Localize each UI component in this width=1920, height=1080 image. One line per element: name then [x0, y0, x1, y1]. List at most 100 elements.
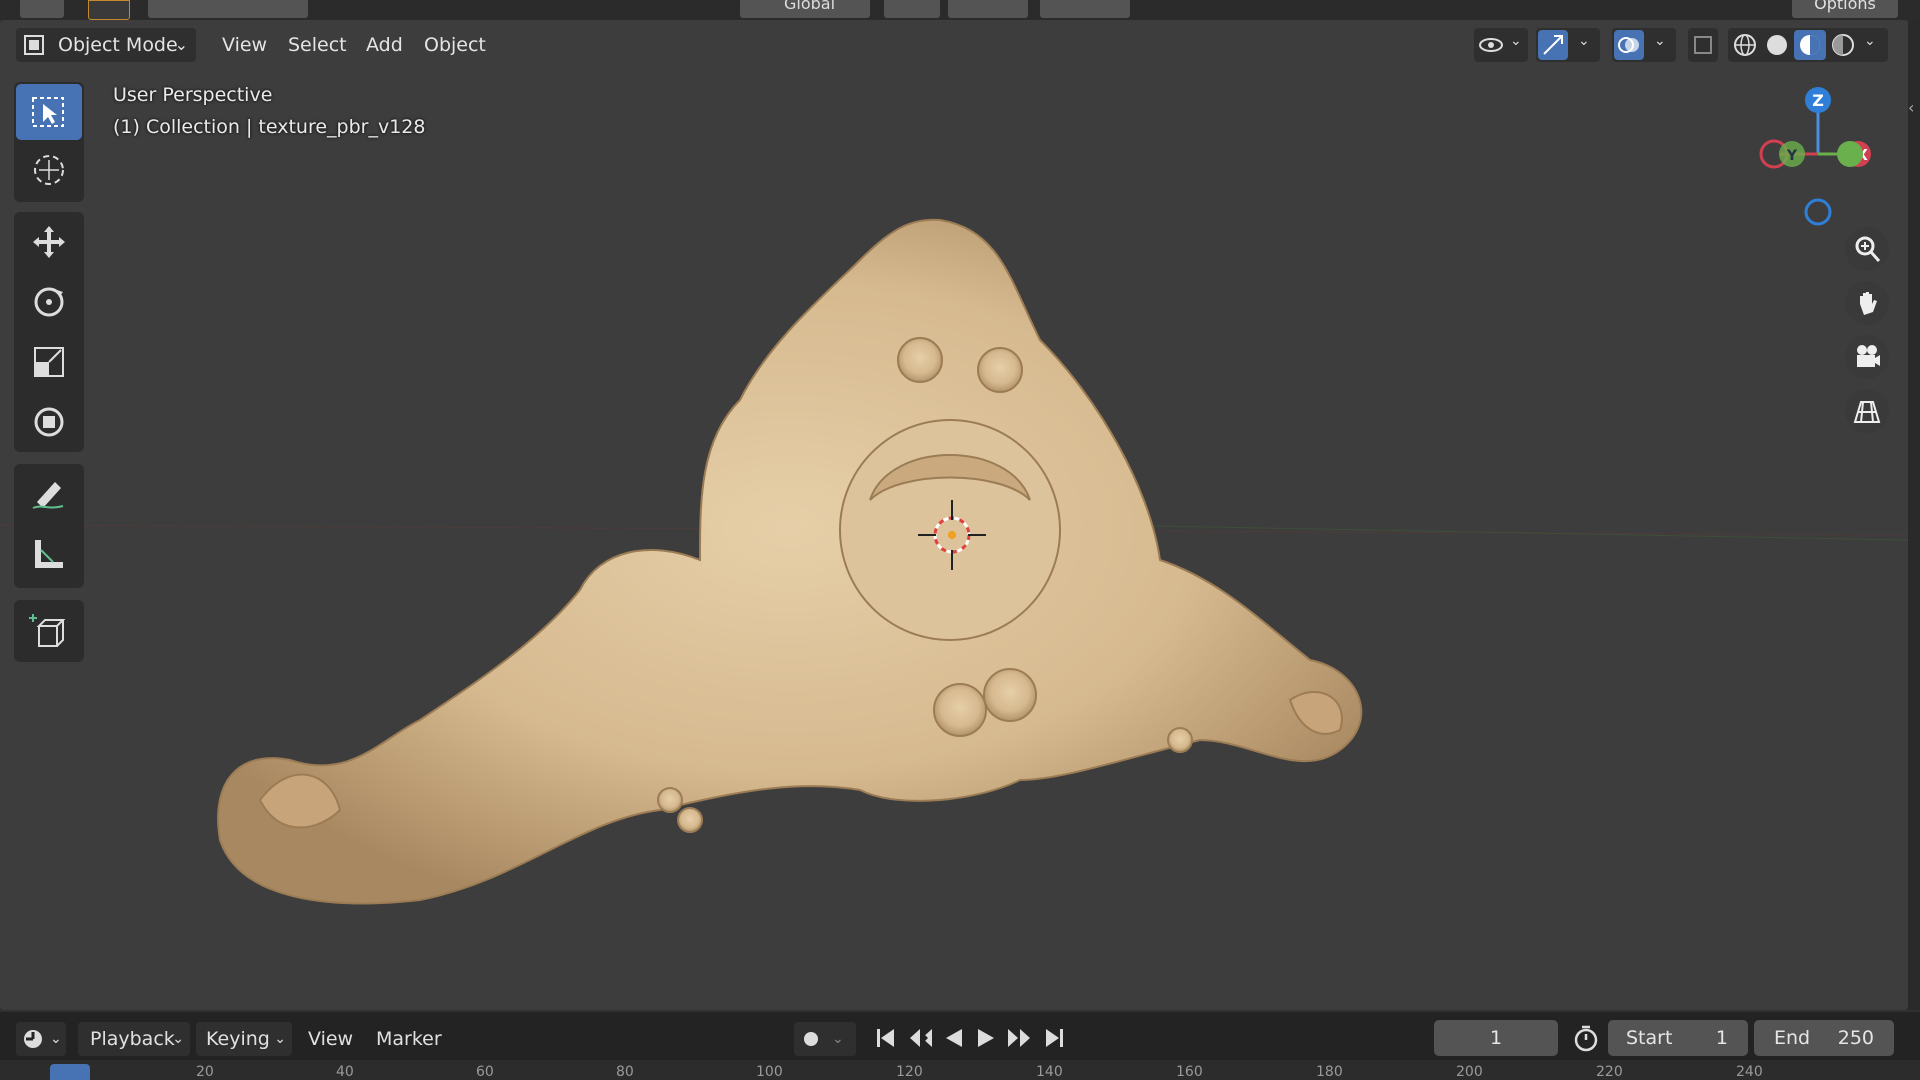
chevron-down-icon: ⌄: [1510, 33, 1522, 49]
snap-toggle[interactable]: [948, 0, 1028, 18]
y-axis-line: [1099, 524, 1908, 541]
overlays-toggle[interactable]: ⌄: [1612, 28, 1676, 62]
chevron-down-icon: ⌄: [172, 1031, 184, 1047]
y-axis-handle: [1837, 141, 1863, 167]
jump-to-end-icon[interactable]: [1040, 1025, 1068, 1051]
pan-button[interactable]: [1845, 281, 1889, 325]
annotate-tool[interactable]: [16, 466, 82, 522]
z-axis-label: Z: [1812, 91, 1824, 110]
eye-icon: [1479, 38, 1503, 52]
options-button[interactable]: Options: [1792, 0, 1898, 18]
start-value: 1: [1715, 1027, 1728, 1049]
move-tool[interactable]: [16, 214, 82, 270]
ruler-tick: 180: [1316, 1064, 1343, 1080]
ruler-tick: 200: [1456, 1064, 1483, 1080]
jump-to-keyframe-prev-icon[interactable]: [906, 1025, 934, 1051]
keying-menu[interactable]: Keying ⌄: [196, 1022, 292, 1056]
active-tool-button[interactable]: [88, 0, 130, 20]
ruler-tick: 160: [1176, 1064, 1203, 1080]
select-box-icon: [32, 97, 64, 127]
gizmo-icon: [1543, 35, 1563, 55]
zoom-button[interactable]: [1845, 227, 1889, 271]
tool-group-select: [14, 82, 84, 202]
menu-select[interactable]: Select: [280, 28, 355, 62]
select-mode-buttons[interactable]: [148, 0, 308, 18]
material-preview-icon[interactable]: [1797, 32, 1823, 58]
camera-view-button[interactable]: [1845, 335, 1889, 379]
y-axis-label: Y: [1786, 148, 1798, 164]
wireframe-shading-icon[interactable]: [1732, 32, 1758, 58]
tool-group-transform: [14, 212, 84, 452]
top-header-strip: Global Options: [0, 0, 1920, 20]
chevron-down-icon: ⌄: [1864, 33, 1876, 49]
overlays-icon: [1618, 37, 1639, 53]
play-reverse-icon[interactable]: [940, 1025, 968, 1051]
timeline-view-menu[interactable]: View: [308, 1022, 353, 1056]
gizmo-toggle[interactable]: ⌄: [1536, 28, 1600, 62]
rotate-tool[interactable]: [16, 274, 82, 330]
timeline-editor-type[interactable]: ⌄: [16, 1022, 66, 1056]
xray-toggle[interactable]: [1688, 28, 1718, 62]
select-box-tool[interactable]: [16, 84, 82, 140]
collection-info: (1) Collection | texture_pbr_v128: [113, 116, 426, 138]
shading-mode-group[interactable]: ⌄: [1728, 28, 1888, 62]
rendered-shading-icon[interactable]: [1830, 32, 1856, 58]
transform-orientation-label: Global: [784, 0, 836, 13]
annotate-pen-icon: [32, 482, 64, 509]
move-icon: [33, 226, 65, 258]
jump-to-keyframe-next-icon[interactable]: [1006, 1025, 1034, 1051]
playback-label: Playback: [90, 1028, 175, 1050]
scale-icon: [34, 347, 64, 377]
cursor-tool[interactable]: [16, 142, 82, 198]
transform-tool[interactable]: [16, 394, 82, 450]
transform-orientation-select[interactable]: Global: [740, 0, 870, 18]
solid-shading-icon[interactable]: [1764, 32, 1790, 58]
ruler-tick: 80: [616, 1064, 634, 1080]
record-icon: [804, 1032, 818, 1046]
measure-tool[interactable]: [16, 526, 82, 582]
tool-group-add: [14, 600, 84, 662]
grid-ortho-icon: [1853, 401, 1881, 423]
ruler-tick: 240: [1736, 1064, 1763, 1080]
ruler-tick: 20: [196, 1064, 214, 1080]
end-frame-field[interactable]: End 250: [1754, 1020, 1894, 1056]
stopwatch-icon[interactable]: [1572, 1024, 1600, 1052]
current-frame-field[interactable]: 1: [1434, 1020, 1558, 1056]
pivot-point-select[interactable]: [884, 0, 940, 18]
menu-add[interactable]: Add: [358, 28, 411, 62]
3d-viewport[interactable]: [0, 20, 1908, 1010]
mode-label: Object Mode: [58, 34, 178, 56]
ornament-mesh: [217, 218, 1363, 905]
rotate-icon: [34, 287, 64, 317]
playhead[interactable]: [50, 1064, 90, 1080]
playback-menu[interactable]: Playback ⌄: [78, 1022, 190, 1056]
proportional-editing-toggle[interactable]: [1040, 0, 1130, 18]
add-cube-tool[interactable]: [16, 602, 82, 658]
menu-view[interactable]: View: [214, 28, 275, 62]
visibility-select[interactable]: ⌄: [1474, 28, 1528, 62]
scale-tool[interactable]: [16, 334, 82, 390]
chevron-down-icon: ⌄: [174, 35, 188, 54]
ortho-toggle-button[interactable]: [1845, 389, 1889, 433]
menu-object[interactable]: Object: [416, 28, 494, 62]
ruler-tick: 100: [756, 1064, 783, 1080]
navigation-gizmo[interactable]: Z X Y: [1750, 80, 1900, 230]
cursor-icon: [34, 155, 64, 185]
marker-menu[interactable]: Marker: [376, 1022, 442, 1056]
chevron-down-icon: ⌄: [50, 1031, 62, 1047]
neg-z-axis-handle: [1804, 198, 1832, 226]
sidebar-toggle-icon[interactable]: ‹: [1908, 98, 1914, 117]
object-mode-select[interactable]: Object Mode ⌄: [16, 28, 196, 62]
options-label: Options: [1814, 0, 1876, 13]
editor-type-button[interactable]: [20, 0, 64, 18]
start-frame-field[interactable]: Start 1: [1608, 1020, 1748, 1056]
jump-to-start-icon[interactable]: [872, 1025, 900, 1051]
play-icon[interactable]: [972, 1025, 1000, 1051]
ruler-tick: 40: [336, 1064, 354, 1080]
auto-keying-toggle[interactable]: ⌄: [794, 1022, 856, 1056]
chevron-down-icon: ⌄: [1578, 33, 1590, 49]
viewport-sidebar-edge[interactable]: ‹: [1908, 20, 1920, 1010]
timeline-ruler[interactable]: [0, 1060, 1920, 1080]
chevron-down-icon: ⌄: [1654, 33, 1666, 49]
chevron-down-icon: ⌄: [274, 1031, 286, 1047]
